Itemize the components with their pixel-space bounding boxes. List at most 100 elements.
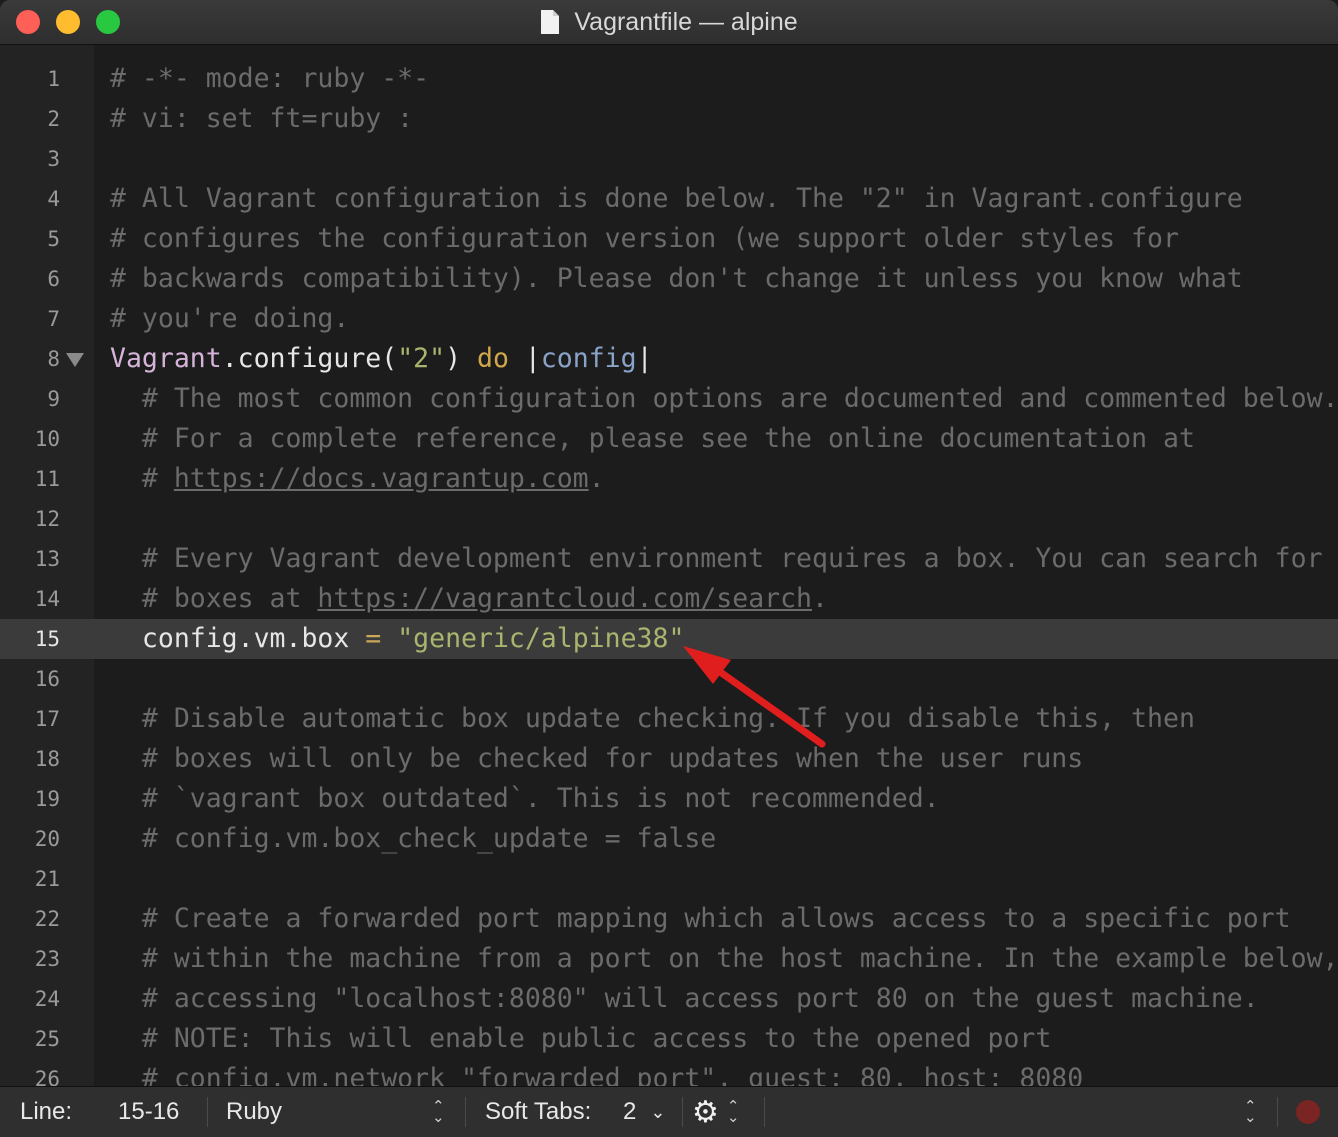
code-line[interactable]: 18 # boxes will only be checked for upda… bbox=[0, 739, 1338, 779]
line-label: Line: bbox=[20, 1098, 73, 1125]
code-token: "2" bbox=[397, 343, 446, 374]
code-text: # within the machine from a port on the … bbox=[110, 939, 1338, 979]
line-number: 4 bbox=[47, 187, 60, 211]
code-text: # Disable automatic box update checking.… bbox=[110, 699, 1195, 739]
language-selector[interactable]: Ruby bbox=[226, 1087, 282, 1137]
language-label: Ruby bbox=[226, 1098, 283, 1125]
code-line[interactable]: 20 # config.vm.box_check_update = false bbox=[0, 819, 1338, 859]
code-text: # -*- mode: ruby -*- bbox=[110, 59, 429, 99]
line-number: 3 bbox=[47, 147, 60, 171]
code-token[interactable]: https://vagrantcloud.com/search bbox=[317, 583, 812, 614]
code-line[interactable]: 15 config.vm.box = "generic/alpine38" bbox=[0, 619, 1338, 659]
code-token[interactable]: https://docs.vagrantup.com bbox=[174, 463, 589, 494]
code-line[interactable]: 19 # `vagrant box outdated`. This is not… bbox=[0, 779, 1338, 819]
code-text: Vagrant.configure("2") do |config| bbox=[110, 339, 653, 379]
code-line[interactable]: 7 # you're doing. bbox=[0, 299, 1338, 339]
symbol-chevrons-icon[interactable]: ⌃ ⌄ bbox=[1244, 1087, 1257, 1137]
code-token: config.vm.box bbox=[110, 623, 366, 654]
line-number: 18 bbox=[34, 747, 60, 771]
code-token: # boxes will only be checked for updates… bbox=[110, 743, 1084, 774]
code-token: ) bbox=[445, 343, 477, 374]
code-line[interactable]: 21 bbox=[0, 859, 1338, 899]
code-token: "generic/alpine38" bbox=[397, 623, 685, 654]
code-line[interactable]: 3 bbox=[0, 139, 1338, 179]
code-line[interactable]: 25 # NOTE: This will enable public acces… bbox=[0, 1019, 1338, 1059]
code-token: # `vagrant box outdated`. This is not re… bbox=[110, 783, 940, 814]
code-token: # vi: set ft=ruby : bbox=[110, 103, 414, 134]
line-position[interactable]: 15-16 bbox=[118, 1087, 179, 1137]
code-text: # vi: set ft=ruby : bbox=[110, 99, 413, 139]
code-token: # -*- mode: ruby -*- bbox=[110, 63, 430, 94]
code-line[interactable]: 12 bbox=[0, 499, 1338, 539]
document-icon[interactable] bbox=[540, 9, 560, 35]
code-text: # `vagrant box outdated`. This is not re… bbox=[110, 779, 940, 819]
code-token: # boxes at bbox=[110, 583, 318, 614]
line-number: 1 bbox=[47, 67, 60, 91]
code-line[interactable]: 17 # Disable automatic box update checki… bbox=[0, 699, 1338, 739]
soft-tabs-label: Soft Tabs: bbox=[485, 1098, 592, 1125]
code-line[interactable]: 2 # vi: set ft=ruby : bbox=[0, 99, 1338, 139]
settings-button[interactable]: ⚙ ⌃ ⌄ bbox=[692, 1087, 739, 1137]
fold-triangle-icon[interactable] bbox=[66, 353, 84, 367]
line-number: 20 bbox=[34, 827, 60, 851]
code-token: . bbox=[812, 583, 828, 614]
code-line[interactable]: 4 # All Vagrant configuration is done bel… bbox=[0, 179, 1338, 219]
code-token: # backwards compatibility). Please don't… bbox=[110, 263, 1243, 294]
code-line[interactable]: 13 # Every Vagrant development environme… bbox=[0, 539, 1338, 579]
tab-size-selector[interactable]: 2 ⌄ bbox=[623, 1087, 665, 1137]
line-number: 24 bbox=[34, 987, 60, 1011]
code-line[interactable]: 5 # configures the configuration version … bbox=[0, 219, 1338, 259]
line-number: 12 bbox=[34, 507, 60, 531]
tab-size-value: 2 bbox=[623, 1098, 637, 1125]
record-macro-icon bbox=[1296, 1100, 1320, 1124]
line-number: 2 bbox=[47, 107, 60, 131]
code-line[interactable]: 23 # within the machine from a port on t… bbox=[0, 939, 1338, 979]
code-token: Vagrant bbox=[110, 343, 222, 374]
language-chevrons-icon[interactable]: ⌃ ⌄ bbox=[432, 1087, 445, 1137]
code-token: # accessing "localhost:8080" will access… bbox=[110, 983, 1259, 1014]
code-text: # config.vm.network "forwarded_port", gu… bbox=[110, 1059, 1083, 1086]
code-line[interactable]: 14 # boxes at https://vagrantcloud.com/s… bbox=[0, 579, 1338, 619]
line-number: 15 bbox=[34, 627, 60, 651]
code-token: # you're doing. bbox=[110, 303, 350, 334]
code-line[interactable]: 11 # https://docs.vagrantup.com. bbox=[0, 459, 1338, 499]
code-line[interactable]: 16 bbox=[0, 659, 1338, 699]
title-bar: Vagrantfile — alpine bbox=[0, 0, 1338, 45]
line-number: 11 bbox=[34, 467, 60, 491]
code-line[interactable]: 8 Vagrant.configure("2") do |config| bbox=[0, 339, 1338, 379]
code-token: # config.vm.network "forwarded_port", gu… bbox=[110, 1063, 1084, 1086]
window-title-container: Vagrantfile — alpine bbox=[0, 0, 1338, 44]
code-line[interactable]: 24 # accessing "localhost:8080" will acc… bbox=[0, 979, 1338, 1019]
code-line[interactable]: 22 # Create a forwarded port mapping whi… bbox=[0, 899, 1338, 939]
code-editor[interactable]: 1 # -*- mode: ruby -*- 2 # vi: set ft=ruby … bbox=[0, 45, 1338, 1086]
code-text: # configures the configuration version (… bbox=[110, 219, 1179, 259]
line-number: 8 bbox=[47, 347, 60, 371]
line-number: 10 bbox=[34, 427, 60, 451]
code-line[interactable]: 26 # config.vm.network "forwarded_port",… bbox=[0, 1059, 1338, 1086]
line-number: 9 bbox=[47, 387, 60, 411]
code-token: | bbox=[508, 343, 541, 374]
code-line[interactable]: 6 # backwards compatibility). Please don'… bbox=[0, 259, 1338, 299]
code-text: # For a complete reference, please see t… bbox=[110, 419, 1195, 459]
code-text: # config.vm.box_check_update = false bbox=[110, 819, 716, 859]
code-text: # Every Vagrant development environment … bbox=[110, 539, 1323, 579]
code-token: do bbox=[476, 343, 509, 374]
code-text: # NOTE: This will enable public access t… bbox=[110, 1019, 1051, 1059]
line-number: 6 bbox=[47, 267, 60, 291]
code-line[interactable]: 1 # -*- mode: ruby -*- bbox=[0, 59, 1338, 99]
code-token: config bbox=[540, 343, 637, 374]
code-token: | bbox=[636, 343, 653, 374]
status-bar: Line: 15-16 Ruby ⌃ ⌄ Soft Tabs: 2 ⌄ ⚙ ⌃ ⌄ … bbox=[0, 1086, 1338, 1137]
code-line[interactable]: 10 # For a complete reference, please se… bbox=[0, 419, 1338, 459]
gear-icon: ⚙ bbox=[692, 1095, 719, 1129]
line-number: 17 bbox=[34, 707, 60, 731]
line-number: 21 bbox=[34, 867, 60, 891]
line-number: 14 bbox=[34, 587, 60, 611]
code-text: # The most common configuration options … bbox=[110, 379, 1338, 419]
code-token: # Disable automatic box update checking.… bbox=[110, 703, 1195, 734]
code-token: # Every Vagrant development environment … bbox=[110, 543, 1323, 574]
code-token: # configures the configuration version (… bbox=[110, 223, 1179, 254]
record-macro-button[interactable] bbox=[1296, 1087, 1320, 1137]
code-line[interactable]: 9 # The most common configuration option… bbox=[0, 379, 1338, 419]
